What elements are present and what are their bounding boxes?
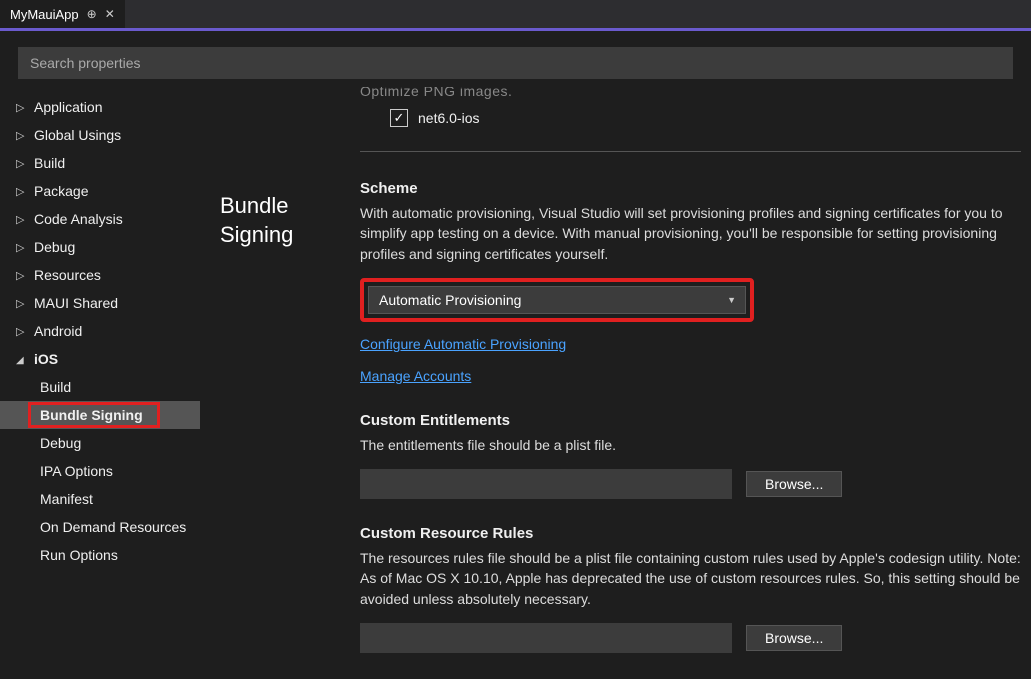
close-icon[interactable]: ✕ [105, 7, 115, 21]
sidebar-item-global-usings[interactable]: Global Usings [0, 121, 200, 149]
resource-rules-browse-button[interactable]: Browse... [746, 625, 842, 651]
sidebar-item-ios-bundle-signing[interactable]: Bundle Signing [0, 401, 200, 429]
section-separator [360, 151, 1021, 152]
entitlements-description: The entitlements file should be a plist … [360, 435, 1021, 455]
truncated-previous-section: Optimize PNG images. [360, 87, 1021, 103]
sidebar-item-package[interactable]: Package [0, 177, 200, 205]
sidebar-item-resources[interactable]: Resources [0, 261, 200, 289]
sidebar-item-debug[interactable]: Debug [0, 233, 200, 261]
scheme-dropdown[interactable]: Automatic Provisioning [368, 286, 746, 314]
sidebar-item-application[interactable]: Application [0, 93, 200, 121]
net6-ios-checkbox[interactable]: ✓ [390, 109, 408, 127]
net6-ios-label: net6.0-ios [418, 110, 479, 126]
document-tab[interactable]: MyMauiApp ⊕ ✕ [0, 0, 125, 28]
scheme-block: Scheme With automatic provisioning, Visu… [360, 180, 1021, 386]
scheme-dropdown-highlight: Automatic Provisioning ▼ [360, 278, 754, 322]
resource-rules-path-input[interactable] [360, 623, 732, 653]
sidebar-item-ios-debug[interactable]: Debug [0, 429, 200, 457]
sidebar-item-android[interactable]: Android [0, 317, 200, 345]
sidebar-item-maui-shared[interactable]: MAUI Shared [0, 289, 200, 317]
scheme-title: Scheme [360, 180, 1021, 197]
sidebar-item-ios-run-options[interactable]: Run Options [0, 541, 200, 569]
manage-accounts-link[interactable]: Manage Accounts [360, 368, 471, 384]
tab-title: MyMauiApp [10, 7, 79, 22]
pin-icon[interactable]: ⊕ [87, 7, 97, 21]
entitlements-browse-button[interactable]: Browse... [746, 471, 842, 497]
scheme-description: With automatic provisioning, Visual Stud… [360, 203, 1021, 264]
properties-sidebar: Application Global Usings Build Package … [0, 87, 200, 679]
sidebar-item-ios-build[interactable]: Build [0, 373, 200, 401]
resource-rules-block: Custom Resource Rules The resources rule… [360, 525, 1021, 653]
sidebar-item-code-analysis[interactable]: Code Analysis [0, 205, 200, 233]
entitlements-block: Custom Entitlements The entitlements fil… [360, 412, 1021, 499]
section-title: Bundle Signing [220, 192, 360, 249]
configure-provisioning-link[interactable]: Configure Automatic Provisioning [360, 336, 566, 352]
search-input[interactable] [18, 47, 1013, 79]
sidebar-item-build[interactable]: Build [0, 149, 200, 177]
sidebar-item-ios[interactable]: iOS [0, 345, 200, 373]
sidebar-item-ios-manifest[interactable]: Manifest [0, 485, 200, 513]
entitlements-path-input[interactable] [360, 469, 732, 499]
tab-bar: MyMauiApp ⊕ ✕ [0, 0, 1031, 28]
sidebar-item-ios-ipa-options[interactable]: IPA Options [0, 457, 200, 485]
resource-rules-description: The resources rules file should be a pli… [360, 548, 1021, 609]
sidebar-item-ios-on-demand-resources[interactable]: On Demand Resources [0, 513, 200, 541]
resource-rules-title: Custom Resource Rules [360, 525, 1021, 542]
entitlements-title: Custom Entitlements [360, 412, 1021, 429]
